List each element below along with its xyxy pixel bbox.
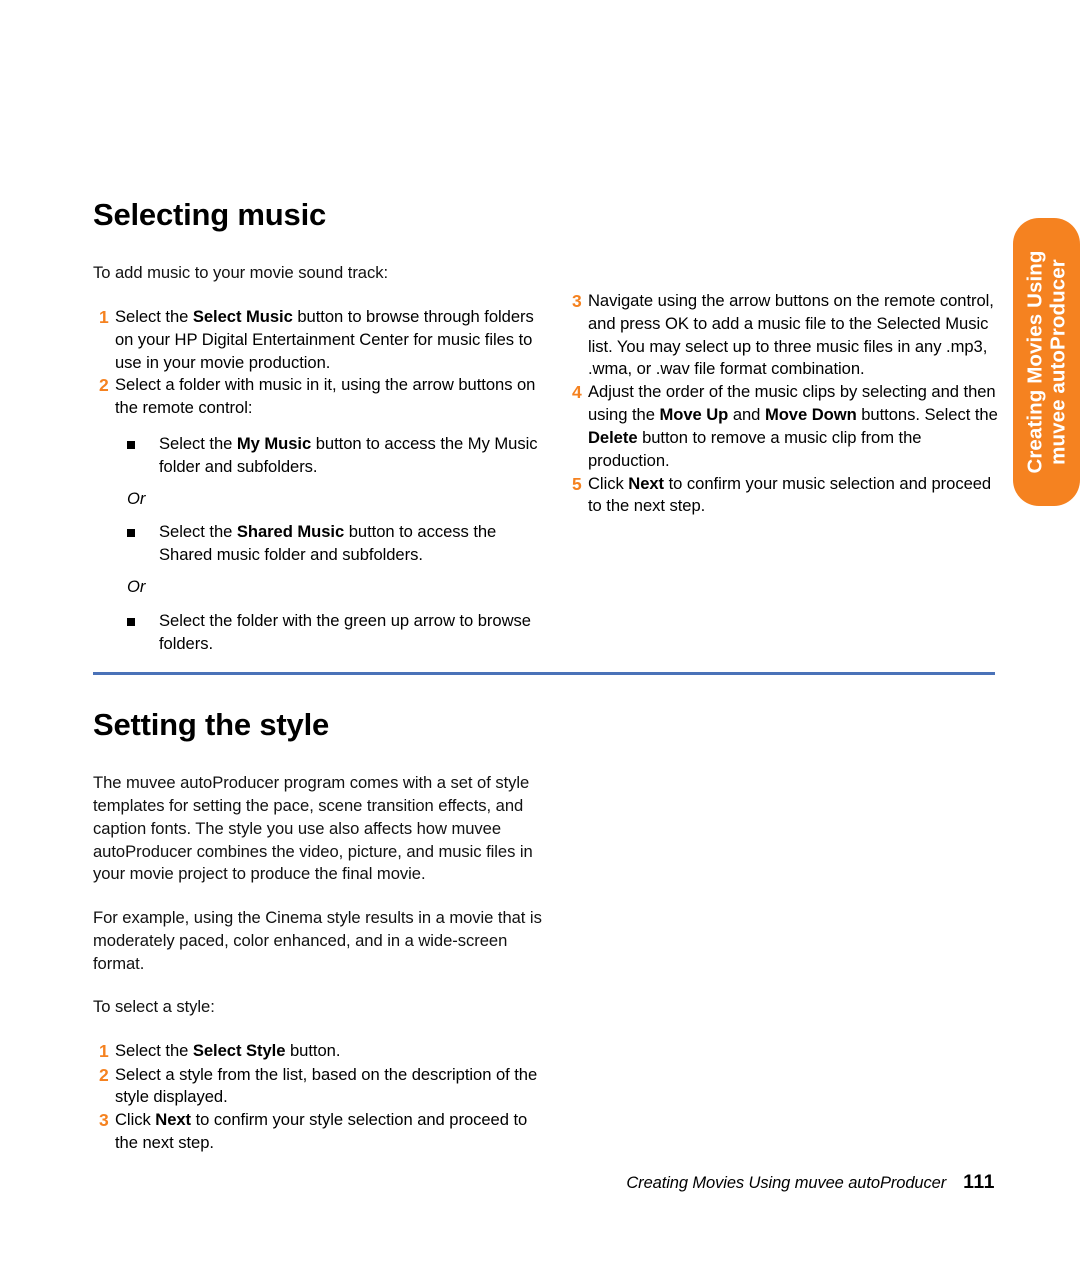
numbered-step-list: 1 Select the Select Music button to brows…: [93, 306, 543, 656]
text-run: Select the: [115, 306, 193, 326]
square-bullet-icon: [127, 521, 159, 538]
or-separator: Or: [127, 577, 146, 597]
page-footer: Creating Movies Using muvee autoProducer…: [93, 1171, 995, 1194]
numbered-step-line: 4 Adjust the order of the music clips by …: [566, 381, 1006, 472]
text-run: buttons. Select the: [856, 405, 998, 425]
step-number: 4: [572, 382, 582, 403]
step-text: Select a style from the list, based on t…: [115, 1064, 543, 1110]
emphasis-term: Select Style: [192, 1041, 286, 1061]
setting-style-steps: 1 Select the Select Style button. 2 Select …: [93, 1040, 543, 1154]
chapter-tab-line-2: muvee autoProducer: [1046, 259, 1069, 465]
section-setting-the-style: Setting the style The muvee autoProducer…: [93, 707, 543, 1155]
bullet-text: Select the Shared Music button to access…: [159, 521, 543, 567]
step-number: 5: [572, 473, 582, 494]
numbered-step-line: 1 Select the Select Music button to brows…: [93, 306, 543, 374]
step-number: 1: [99, 306, 109, 327]
square-bullet-icon: [127, 433, 159, 449]
numbered-step-line: 5 Click Next to confirm your music select…: [566, 473, 1006, 519]
numbered-step-list: 1 Select the Select Style button. 2 Select …: [93, 1040, 543, 1154]
numbered-step: 3 Navigate using the arrow buttons on the…: [566, 290, 1006, 381]
step-number: 2: [99, 375, 109, 396]
emphasis-term: Delete: [588, 427, 638, 447]
step-text: Select a folder with music in it, using …: [115, 374, 543, 420]
step-text: Click Next to confirm your music selecti…: [588, 473, 1006, 519]
emphasis-term: Select Music: [192, 306, 293, 326]
text-run: Select the: [115, 1041, 193, 1061]
emphasis-term: My Music: [236, 433, 312, 453]
emphasis-term: Shared Music: [236, 522, 345, 542]
selecting-music-steps-right: 3 Navigate using the arrow buttons on the…: [566, 290, 1006, 518]
square-bullet-glyph: [127, 617, 135, 626]
emphasis-term: Move Up: [659, 405, 729, 425]
step-text: Select the Select Music button to browse…: [115, 306, 543, 374]
selecting-music-intro: To add music to your movie sound track:: [93, 263, 389, 283]
bullet-item: Select the Shared Music button to access…: [127, 521, 543, 567]
numbered-step: 2 Select a folder with music in it, using…: [93, 374, 543, 655]
bullet-text: Select the folder with the green up arro…: [159, 610, 543, 656]
chapter-side-tab-text: Creating Movies Using muvee autoProducer: [1013, 218, 1080, 506]
emphasis-term: Next: [155, 1110, 192, 1130]
text-run: Select the: [159, 522, 237, 542]
text-run: Select the folder with the green up arro…: [159, 610, 531, 653]
step-text: Select the Select Style button.: [115, 1040, 543, 1063]
step-text: Click Next to confirm your style selecti…: [115, 1109, 543, 1155]
emphasis-term: Next: [628, 473, 665, 493]
numbered-step-line: 2 Select a style from the list, based on …: [93, 1064, 543, 1110]
setting-style-paragraph-1: The muvee autoProducer program comes wit…: [93, 773, 533, 884]
numbered-step: 1 Select the Select Style button.: [93, 1040, 543, 1063]
step-number: 3: [99, 1110, 109, 1131]
footer-chapter-label: Creating Movies Using muvee autoProducer: [626, 1174, 947, 1192]
square-bullet-glyph: [127, 440, 135, 449]
footer-page-number: 111: [963, 1171, 995, 1193]
chapter-tab-line-1: Creating Movies Using: [1022, 250, 1046, 474]
chapter-side-tab: Creating Movies Using muvee autoProducer: [1013, 218, 1080, 506]
text-run: button.: [285, 1041, 341, 1061]
bullet-sub-list: Select the My Music button to access the…: [93, 433, 543, 656]
square-bullet-glyph: [127, 529, 135, 538]
numbered-step-line: 1 Select the Select Style button.: [93, 1040, 543, 1063]
text-run: Select the: [159, 433, 237, 453]
step-text: Navigate using the arrow buttons on the …: [588, 290, 1006, 381]
text-run: Navigate using the arrow buttons on the …: [588, 291, 994, 379]
numbered-step: 2 Select a style from the list, based on …: [93, 1064, 543, 1110]
document-page: Creating Movies Using muvee autoProducer…: [0, 0, 1080, 1270]
bullet-item: Select the folder with the green up arro…: [127, 610, 543, 656]
numbered-step: 5 Click Next to confirm your music select…: [566, 473, 1006, 519]
text-run: button to remove a music clip from the p…: [588, 427, 922, 470]
step-number: 1: [99, 1041, 109, 1062]
numbered-step: 1 Select the Select Music button to brows…: [93, 306, 543, 374]
step-number: 2: [99, 1064, 109, 1085]
emphasis-term: Move Down: [764, 405, 857, 425]
numbered-step-line: 2 Select a folder with music in it, using…: [93, 374, 543, 420]
section-selecting-music-left-column: Selecting music To add music to your mov…: [93, 197, 543, 657]
section-selecting-music-right-column: 3 Navigate using the arrow buttons on the…: [566, 290, 1006, 518]
or-separator: Or: [127, 488, 146, 508]
numbered-step-line: 3 Click Next to confirm your style select…: [93, 1109, 543, 1155]
numbered-step: 4 Adjust the order of the music clips by …: [566, 381, 1006, 472]
text-run: Click: [588, 473, 629, 493]
setting-style-paragraph-3: To select a style:: [93, 996, 215, 1016]
numbered-step-line: 3 Navigate using the arrow buttons on the…: [566, 290, 1006, 381]
bullet-item: Select the My Music button to access the…: [127, 433, 543, 479]
square-bullet-icon: [127, 610, 159, 626]
numbered-step: 3 Click Next to confirm your style select…: [93, 1109, 543, 1155]
text-run: Click: [115, 1110, 156, 1130]
step-number: 3: [572, 291, 582, 311]
selecting-music-steps-left: 1 Select the Select Music button to brows…: [93, 306, 543, 656]
page-title-selecting-music: Selecting music: [93, 197, 327, 232]
text-run: Select a folder with music in it, using …: [115, 375, 536, 418]
text-run: Select a style from the list, based on t…: [115, 1064, 538, 1107]
setting-style-paragraph-2: For example, using the Cinema style resu…: [93, 908, 542, 973]
page-title-setting-the-style: Setting the style: [93, 707, 330, 742]
bullet-text: Select the My Music button to access the…: [159, 433, 543, 479]
text-run: and: [728, 405, 765, 425]
step-text: Adjust the order of the music clips by s…: [588, 381, 1006, 472]
section-divider-rule: [93, 672, 995, 675]
numbered-step-list: 3 Navigate using the arrow buttons on the…: [566, 290, 1006, 518]
